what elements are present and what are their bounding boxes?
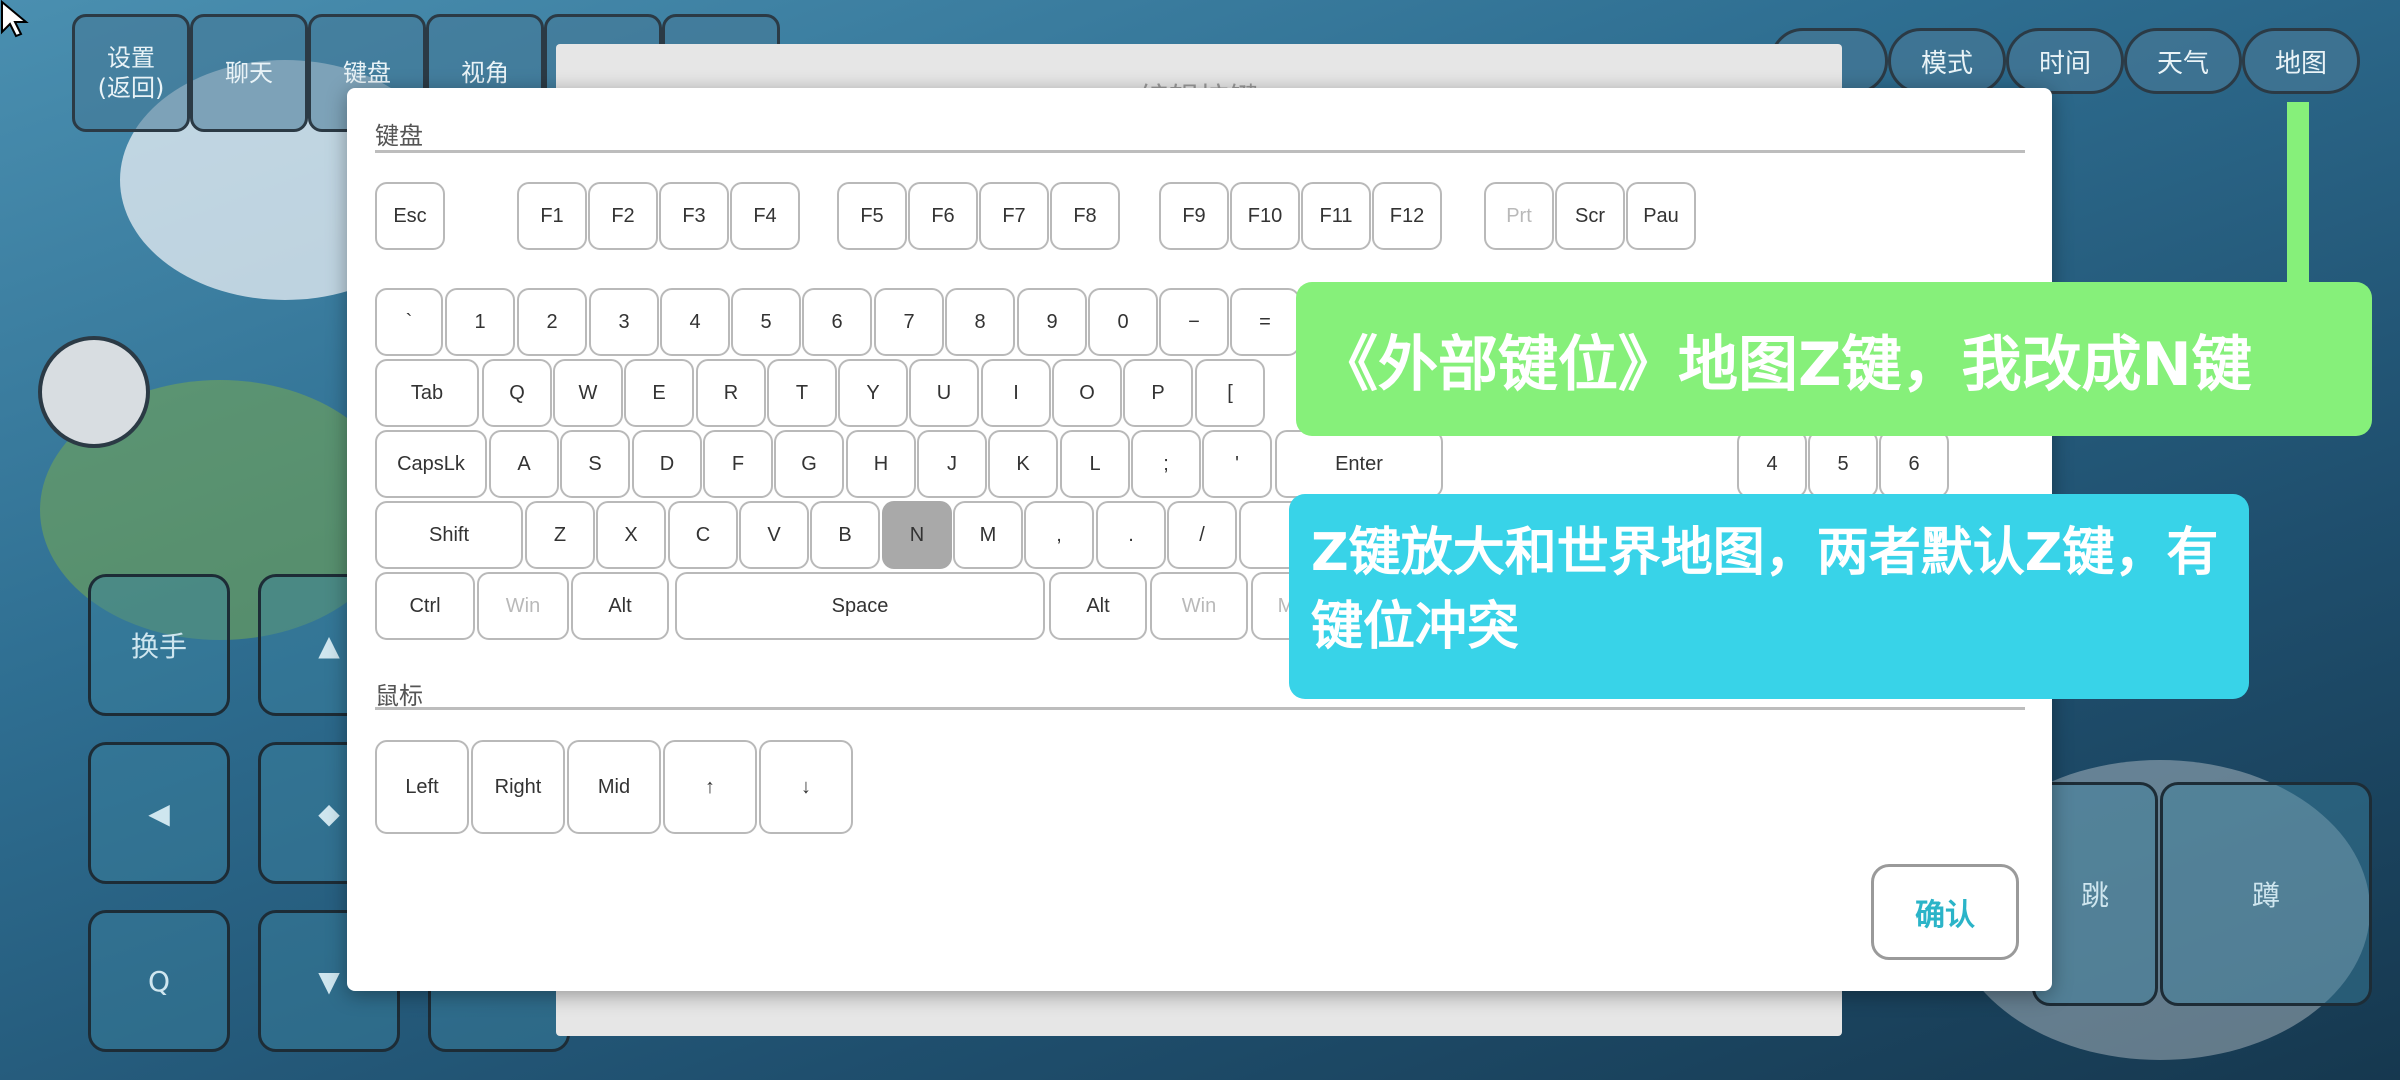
key-8[interactable]: 8 — [945, 288, 1015, 356]
key-f10[interactable]: F10 — [1230, 182, 1300, 250]
key-2[interactable]: 2 — [517, 288, 587, 356]
key-n-selected[interactable]: N — [882, 501, 952, 569]
key-quote[interactable]: ' — [1202, 430, 1272, 498]
key-win-right[interactable]: Win — [1150, 572, 1248, 640]
key-backtick[interactable]: ` — [375, 288, 443, 356]
blue-annotation: Z键放大和世界地图，两者默认Z键，有键位冲突 — [1289, 494, 2249, 699]
key-f7[interactable]: F7 — [979, 182, 1049, 250]
key-i[interactable]: I — [981, 359, 1051, 427]
mouse-right-button[interactable]: Right — [471, 740, 565, 834]
key-equals[interactable]: = — [1230, 288, 1300, 356]
mouse-section-title: 鼠标 — [375, 682, 423, 710]
key-x[interactable]: X — [596, 501, 666, 569]
key-1[interactable]: 1 — [445, 288, 515, 356]
key-u[interactable]: U — [909, 359, 979, 427]
key-f4[interactable]: F4 — [730, 182, 800, 250]
key-space[interactable]: Space — [675, 572, 1045, 640]
mouse-wheel-down[interactable]: ↓ — [759, 740, 853, 834]
key-numpad-6[interactable]: 6 — [1879, 430, 1949, 498]
key-t[interactable]: T — [767, 359, 837, 427]
mode-button[interactable]: 模式 — [1888, 28, 2006, 94]
key-d[interactable]: D — [632, 430, 702, 498]
key-r[interactable]: R — [696, 359, 766, 427]
key-w[interactable]: W — [553, 359, 623, 427]
confirm-button[interactable]: 确认 — [1871, 864, 2019, 960]
key-3[interactable]: 3 — [589, 288, 659, 356]
key-f2[interactable]: F2 — [588, 182, 658, 250]
key-f[interactable]: F — [703, 430, 773, 498]
green-annotation: 《外部键位》地图Z键，我改成N键 — [1296, 282, 2372, 436]
key-f5[interactable]: F5 — [837, 182, 907, 250]
key-scroll-lock[interactable]: Scr — [1555, 182, 1625, 250]
key-f9[interactable]: F9 — [1159, 182, 1229, 250]
key-7[interactable]: 7 — [874, 288, 944, 356]
key-l[interactable]: L — [1060, 430, 1130, 498]
key-6[interactable]: 6 — [802, 288, 872, 356]
settings-button[interactable]: 设置 (返回) — [72, 14, 190, 132]
key-minus[interactable]: − — [1159, 288, 1229, 356]
key-pause[interactable]: Pau — [1626, 182, 1696, 250]
key-f1[interactable]: F1 — [517, 182, 587, 250]
key-numpad-5[interactable]: 5 — [1808, 430, 1878, 498]
key-enter[interactable]: Enter — [1275, 430, 1443, 498]
mouse-middle-button[interactable]: Mid — [567, 740, 661, 834]
key-y[interactable]: Y — [838, 359, 908, 427]
key-left-bracket[interactable]: [ — [1195, 359, 1265, 427]
time-button[interactable]: 时间 — [2006, 28, 2124, 94]
avatar[interactable] — [38, 336, 150, 448]
key-o[interactable]: O — [1052, 359, 1122, 427]
key-f12[interactable]: F12 — [1372, 182, 1442, 250]
key-m[interactable]: M — [953, 501, 1023, 569]
key-0[interactable]: 0 — [1088, 288, 1158, 356]
chat-button[interactable]: 聊天 — [190, 14, 308, 132]
key-a[interactable]: A — [489, 430, 559, 498]
key-tab[interactable]: Tab — [375, 359, 479, 427]
mouse-left-button[interactable]: Left — [375, 740, 469, 834]
key-shift[interactable]: Shift — [375, 501, 523, 569]
key-9[interactable]: 9 — [1017, 288, 1087, 356]
key-e[interactable]: E — [624, 359, 694, 427]
callout-pointer-bar — [2287, 102, 2309, 284]
key-q[interactable]: Q — [482, 359, 552, 427]
key-s[interactable]: S — [560, 430, 630, 498]
key-f11[interactable]: F11 — [1301, 182, 1371, 250]
key-c[interactable]: C — [668, 501, 738, 569]
swap-hand-button[interactable]: 换手 — [88, 574, 230, 716]
key-capslock[interactable]: CapsLk — [375, 430, 487, 498]
weather-button[interactable]: 天气 — [2124, 28, 2242, 94]
key-alt-right[interactable]: Alt — [1049, 572, 1147, 640]
keyboard-section-title: 键盘 — [375, 122, 423, 150]
key-numpad-4[interactable]: 4 — [1737, 430, 1807, 498]
key-b[interactable]: B — [810, 501, 880, 569]
left-arrow-button[interactable]: ◀ — [88, 742, 230, 884]
map-button[interactable]: 地图 — [2242, 28, 2360, 94]
keyboard-section-divider — [375, 150, 2025, 153]
key-k[interactable]: K — [988, 430, 1058, 498]
key-j[interactable]: J — [917, 430, 987, 498]
mouse-cursor-icon — [1, 0, 29, 38]
q-button[interactable]: Q — [88, 910, 230, 1052]
key-g[interactable]: G — [774, 430, 844, 498]
key-h[interactable]: H — [846, 430, 916, 498]
key-4[interactable]: 4 — [660, 288, 730, 356]
key-ctrl[interactable]: Ctrl — [375, 572, 475, 640]
key-f6[interactable]: F6 — [908, 182, 978, 250]
key-z[interactable]: Z — [525, 501, 595, 569]
key-alt-left[interactable]: Alt — [571, 572, 669, 640]
mouse-wheel-up[interactable]: ↑ — [663, 740, 757, 834]
key-period[interactable]: . — [1096, 501, 1166, 569]
key-slash[interactable]: / — [1167, 501, 1237, 569]
key-p[interactable]: P — [1123, 359, 1193, 427]
key-print-screen[interactable]: Prt — [1484, 182, 1554, 250]
key-semicolon[interactable]: ; — [1131, 430, 1201, 498]
key-f8[interactable]: F8 — [1050, 182, 1120, 250]
key-esc[interactable]: Esc — [375, 182, 445, 250]
key-comma[interactable]: , — [1024, 501, 1094, 569]
squat-button[interactable]: 蹲 — [2160, 782, 2372, 1006]
key-v[interactable]: V — [739, 501, 809, 569]
key-5[interactable]: 5 — [731, 288, 801, 356]
key-win-left[interactable]: Win — [477, 572, 569, 640]
mouse-section-divider — [375, 707, 2025, 710]
key-f3[interactable]: F3 — [659, 182, 729, 250]
